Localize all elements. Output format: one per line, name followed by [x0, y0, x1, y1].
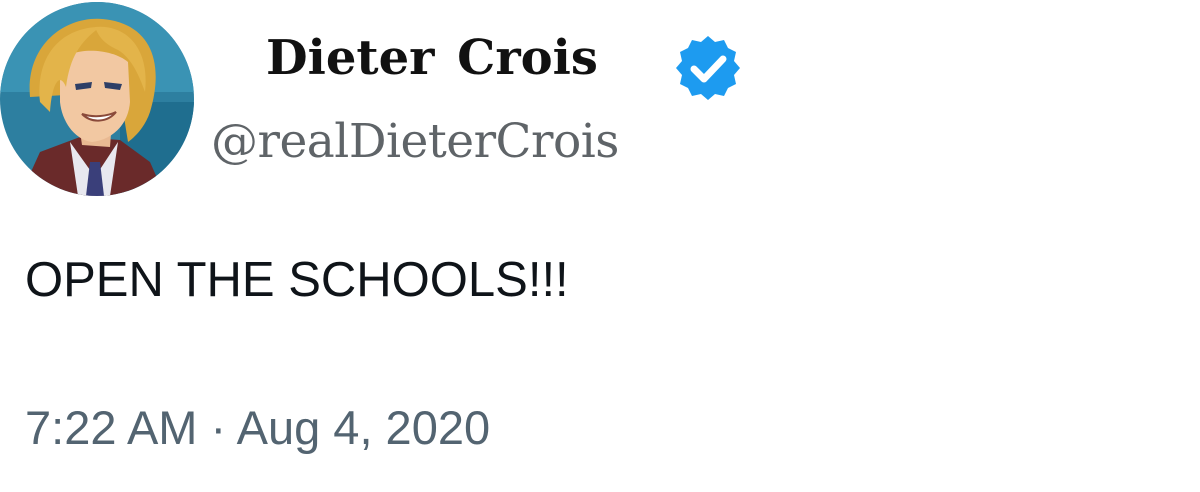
- tweet-text: OPEN THE SCHOOLS!!!: [25, 253, 569, 307]
- author-display-name[interactable]: Dieter Crois: [266, 34, 598, 82]
- author-handle[interactable]: @realDieterCrois: [211, 118, 619, 165]
- avatar[interactable]: [0, 2, 194, 196]
- verified-badge-icon: [672, 32, 744, 104]
- tweet-timestamp[interactable]: 7:22 AM · Aug 4, 2020: [25, 404, 490, 451]
- avatar-portrait-icon: [0, 2, 194, 196]
